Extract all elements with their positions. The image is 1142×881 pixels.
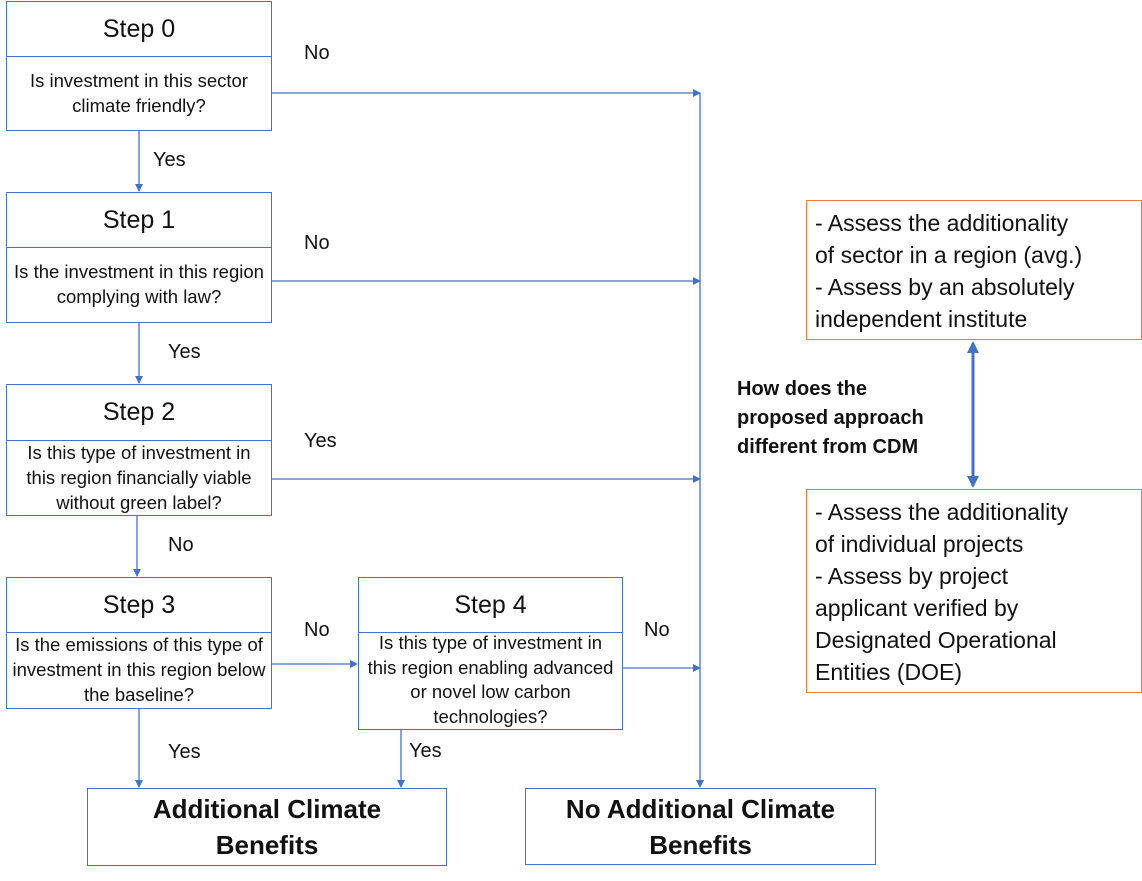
step0-yes-label: Yes	[153, 149, 186, 171]
outcome-no-additional-benefits: No Additional Climate Benefits	[525, 788, 876, 865]
step-0-title: Step 0	[7, 2, 271, 57]
proposed-line: - Assess the additionality	[815, 210, 1069, 236]
step-2-box: Step 2 Is this type of investment in thi…	[6, 384, 272, 516]
comparison-question-text: How does the proposed approach different…	[737, 378, 924, 458]
cdm-approach-note: - Assess the additionality of individual…	[806, 489, 1142, 693]
cdm-line: - Assess the additionality	[815, 499, 1069, 525]
step-3-question: Is the emissions of this type of investm…	[12, 634, 266, 705]
proposed-approach-note: - Assess the additionality of sector in …	[806, 200, 1142, 340]
step-3-box: Step 3 Is the emissions of this type of …	[6, 577, 272, 709]
step4-no-label: No	[644, 619, 670, 641]
proposed-line: independent institute	[815, 306, 1028, 332]
outcome-additional-benefits: Additional Climate Benefits	[87, 788, 447, 866]
step1-no-label: No	[304, 232, 330, 254]
step-0-question: Is investment in this sector climate fri…	[30, 69, 248, 116]
proposed-line: of sector in a region (avg.)	[815, 242, 1083, 268]
proposed-line: - Assess by an absolutely	[815, 274, 1075, 300]
step-2-question: Is this type of investment in this regio…	[26, 441, 252, 513]
outcome-additional-text: Additional Climate Benefits	[152, 794, 382, 860]
step2-yes-label: Yes	[304, 430, 337, 452]
cdm-line: Designated Operational	[815, 627, 1057, 653]
step-1-box: Step 1 Is the investment in this region …	[6, 192, 272, 323]
step-2-title: Step 2	[7, 385, 271, 441]
step-4-question: Is this type of investment in this regio…	[367, 632, 614, 727]
cdm-line: - Assess by project	[815, 563, 1009, 589]
outcome-no-additional-text: No Additional Climate Benefits	[565, 793, 836, 860]
step-1-question: Is the investment in this region complyi…	[14, 261, 264, 307]
cdm-line: of individual projects	[815, 531, 1024, 557]
step-4-title: Step 4	[359, 578, 622, 633]
cdm-line: applicant verified by	[815, 595, 1019, 621]
step4-yes-label: Yes	[409, 740, 442, 762]
step1-yes-label: Yes	[168, 341, 201, 363]
step-4-box: Step 4 Is this type of investment in thi…	[358, 577, 623, 730]
step-3-title: Step 3	[7, 578, 271, 633]
step2-no-label: No	[168, 534, 194, 556]
step3-yes-label: Yes	[168, 741, 201, 763]
step0-no-label: No	[304, 42, 330, 64]
comparison-question: How does the proposed approach different…	[737, 375, 957, 462]
step-1-title: Step 1	[7, 193, 271, 248]
step-0-box: Step 0 Is investment in this sector clim…	[6, 1, 272, 131]
step3-no-label: No	[304, 619, 330, 641]
cdm-line: Entities (DOE)	[815, 659, 962, 685]
